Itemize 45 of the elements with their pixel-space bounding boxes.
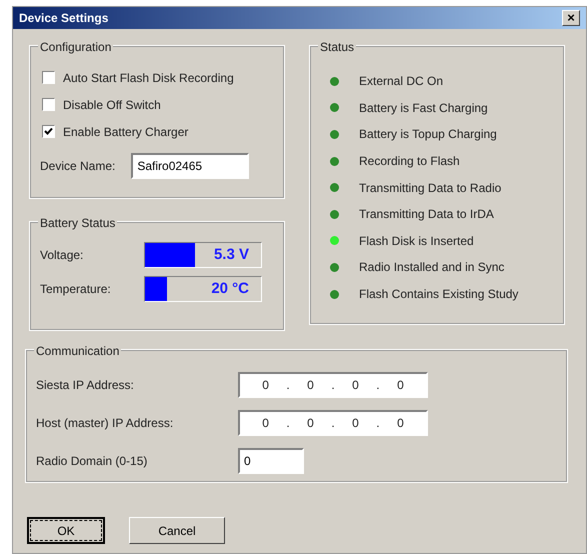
ip-octet: 0 — [261, 377, 270, 394]
ip-separator: . — [375, 415, 381, 432]
ok-button[interactable]: OK — [27, 517, 105, 544]
ip-separator: . — [375, 377, 381, 394]
ip-octet: 0 — [306, 415, 315, 432]
checkbox[interactable] — [42, 71, 55, 84]
ip-octet: 0 — [261, 415, 270, 432]
status-label: Radio Installed and in Sync — [359, 259, 504, 276]
ip-octet: 0 — [306, 377, 315, 394]
status-label: Battery is Topup Charging — [359, 126, 497, 144]
status-label: External DC On — [359, 73, 444, 90]
field-label: Siesta IP Address: — [36, 377, 135, 394]
close-button[interactable]: × — [562, 10, 580, 26]
device-name-field[interactable]: Safiro02465 — [131, 153, 250, 179]
meter-reading: 5.3 V — [214, 245, 249, 265]
ip-address-field[interactable]: 0 . 0 . 0 . 0 — [238, 410, 428, 436]
checkbox-label: Disable Off Switch — [63, 96, 161, 114]
checkbox[interactable] — [42, 98, 55, 111]
checkbox-label: Auto Start Flash Disk Recording — [63, 70, 234, 86]
status-label: Transmitting Data to Radio — [359, 180, 502, 197]
ip-separator: . — [330, 377, 336, 394]
status-label: Flash Contains Existing Study — [359, 286, 518, 304]
ip-separator: . — [285, 415, 291, 432]
status-label: Recording to Flash — [359, 153, 460, 170]
ip-octet: 0 — [351, 415, 360, 432]
checkbox[interactable] — [42, 125, 55, 138]
window-title: Device Settings — [19, 10, 108, 27]
ip-separator: . — [285, 377, 291, 394]
meter-reading: 20 °C — [211, 279, 249, 299]
checkbox-label: Enable Battery Charger — [63, 124, 188, 140]
field-label: Radio Domain (0-15) — [36, 453, 148, 470]
ip-separator: . — [330, 415, 336, 432]
ip-octet: 0 — [351, 377, 360, 394]
field-label: Device Name: — [40, 158, 116, 175]
field-label: Host (master) IP Address: — [36, 415, 174, 432]
radio-domain-field[interactable]: 0 — [238, 448, 304, 474]
meter-label: Voltage: — [40, 247, 84, 264]
ip-address-field[interactable]: 0 . 0 . 0 . 0 — [238, 372, 428, 398]
ip-octet: 0 — [396, 377, 405, 394]
status-label: Battery is Fast Charging — [359, 100, 488, 117]
status-label: Transmitting Data to IrDA — [359, 206, 494, 224]
ip-octet: 0 — [396, 415, 405, 432]
cancel-button[interactable]: Cancel — [129, 517, 225, 544]
meter-label: Temperature: — [40, 281, 112, 298]
status-label: Flash Disk is Inserted — [359, 232, 474, 250]
